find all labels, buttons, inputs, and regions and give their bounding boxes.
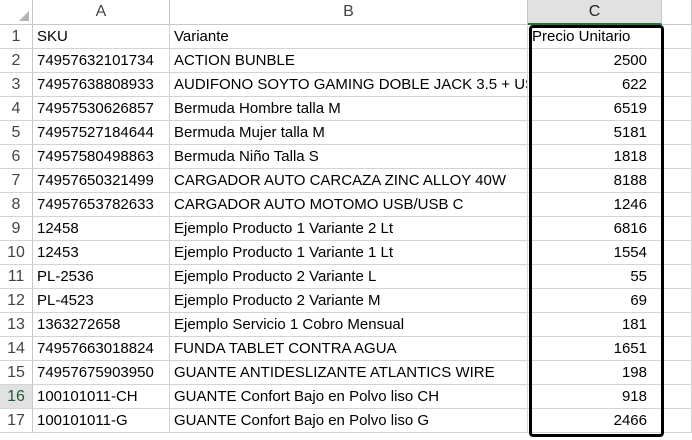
row-header[interactable]: 5: [0, 121, 33, 145]
cell-precio[interactable]: 1246: [528, 193, 662, 217]
cell-empty[interactable]: [662, 289, 692, 313]
cell-sku[interactable]: PL-4523: [33, 289, 170, 313]
column-header-c[interactable]: C: [528, 0, 662, 25]
cell-sku[interactable]: 74957530626857: [33, 97, 170, 121]
cell-sku-header[interactable]: SKU: [33, 25, 170, 49]
row-header[interactable]: 1: [0, 25, 33, 49]
cell-empty[interactable]: [662, 337, 692, 361]
cell-empty[interactable]: [662, 241, 692, 265]
row-header[interactable]: 6: [0, 145, 33, 169]
cell-empty[interactable]: [662, 145, 692, 169]
cell-empty[interactable]: [662, 313, 692, 337]
cell-variante[interactable]: Bermuda Mujer talla M: [170, 121, 528, 145]
row-header[interactable]: 4: [0, 97, 33, 121]
cell-variante[interactable]: CARGADOR AUTO CARCAZA ZINC ALLOY 40W: [170, 169, 528, 193]
cell-variante[interactable]: CARGADOR AUTO MOTOMO USB/USB C: [170, 193, 528, 217]
cell-sku[interactable]: 74957638808933: [33, 73, 170, 97]
cell-variante[interactable]: Ejemplo Producto 2 Variante L: [170, 265, 528, 289]
cell-precio[interactable]: 1651: [528, 337, 662, 361]
row-header[interactable]: 7: [0, 169, 33, 193]
cell-empty[interactable]: [662, 385, 692, 409]
cell-precio[interactable]: 55: [528, 265, 662, 289]
row-header[interactable]: 10: [0, 241, 33, 265]
cell-precio[interactable]: 8188: [528, 169, 662, 193]
row-header[interactable]: 17: [0, 409, 33, 433]
cell-precio[interactable]: 5181: [528, 121, 662, 145]
cell-sku[interactable]: 12458: [33, 217, 170, 241]
cell-precio[interactable]: 198: [528, 361, 662, 385]
cell-precio[interactable]: 2466: [528, 409, 662, 433]
cell-variante[interactable]: GUANTE ANTIDESLIZANTE ATLANTICS WIRE: [170, 361, 528, 385]
cell-variante[interactable]: Bermuda Hombre talla M: [170, 97, 528, 121]
cell-precio[interactable]: 69: [528, 289, 662, 313]
row-header[interactable]: 3: [0, 73, 33, 97]
cell-empty[interactable]: [662, 361, 692, 385]
cell-variante[interactable]: GUANTE Confort Bajo en Polvo liso CH: [170, 385, 528, 409]
cell-empty[interactable]: [662, 97, 692, 121]
cell-sku[interactable]: 12453: [33, 241, 170, 265]
cell-variante[interactable]: GUANTE Confort Bajo en Polvo liso G: [170, 409, 528, 433]
cell-sku[interactable]: 74957663018824: [33, 337, 170, 361]
column-header-next[interactable]: [662, 0, 692, 25]
cell-variante[interactable]: FUNDA TABLET CONTRA AGUA: [170, 337, 528, 361]
cell-variante-header[interactable]: Variante: [170, 25, 528, 49]
row-header[interactable]: 11: [0, 265, 33, 289]
cell-sku[interactable]: 74957632101734: [33, 49, 170, 73]
column-header-a[interactable]: A: [33, 0, 170, 25]
cell-variante[interactable]: Ejemplo Producto 1 Variante 1 Lt: [170, 241, 528, 265]
row-header[interactable]: 12: [0, 289, 33, 313]
cell-empty[interactable]: [662, 193, 692, 217]
cell-precio[interactable]: 622: [528, 73, 662, 97]
cell-sku[interactable]: 1363272658: [33, 313, 170, 337]
cell-precio[interactable]: 918: [528, 385, 662, 409]
cell-sku[interactable]: 74957580498863: [33, 145, 170, 169]
cell-empty[interactable]: [662, 169, 692, 193]
row-header[interactable]: 16: [0, 385, 33, 409]
row-header[interactable]: 15: [0, 361, 33, 385]
cell-empty[interactable]: [662, 25, 692, 49]
row-header[interactable]: 13: [0, 313, 33, 337]
spreadsheet-grid[interactable]: A B C 1 SKU Variante Precio Unitario 2 749576321…: [0, 0, 692, 440]
cell-variante[interactable]: Ejemplo Producto 1 Variante 2 Lt: [170, 217, 528, 241]
row-header[interactable]: 9: [0, 217, 33, 241]
cell-variante[interactable]: Bermuda Niño Talla S: [170, 145, 528, 169]
row-header[interactable]: 14: [0, 337, 33, 361]
cell-variante[interactable]: ACTION BUNBLE: [170, 49, 528, 73]
cell-empty[interactable]: [662, 73, 692, 97]
cell-sku[interactable]: 100101011-CH: [33, 385, 170, 409]
cell-precio[interactable]: 2500: [528, 49, 662, 73]
cell-precio[interactable]: 181: [528, 313, 662, 337]
cell-precio[interactable]: 1554: [528, 241, 662, 265]
cell-sku[interactable]: PL-2536: [33, 265, 170, 289]
cell-empty[interactable]: [662, 121, 692, 145]
cell-empty[interactable]: [662, 217, 692, 241]
cell-empty[interactable]: [662, 49, 692, 73]
cell-sku[interactable]: 74957650321499: [33, 169, 170, 193]
row-header[interactable]: 2: [0, 49, 33, 73]
cell-variante[interactable]: AUDIFONO SOYTO GAMING DOBLE JACK 3.5 + U…: [170, 73, 528, 97]
cell-precio[interactable]: 1818: [528, 145, 662, 169]
cell-sku[interactable]: 74957527184644: [33, 121, 170, 145]
cell-sku[interactable]: 74957653782633: [33, 193, 170, 217]
cell-variante[interactable]: Ejemplo Servicio 1 Cobro Mensual: [170, 313, 528, 337]
cell-sku[interactable]: 74957675903950: [33, 361, 170, 385]
cell-empty[interactable]: [662, 265, 692, 289]
select-all-corner[interactable]: [0, 0, 33, 25]
cell-variante[interactable]: Ejemplo Producto 2 Variante M: [170, 289, 528, 313]
cell-empty[interactable]: [662, 409, 692, 433]
column-header-b[interactable]: B: [170, 0, 528, 25]
cell-precio-header[interactable]: Precio Unitario: [528, 25, 662, 49]
cell-precio[interactable]: 6519: [528, 97, 662, 121]
row-header[interactable]: 8: [0, 193, 33, 217]
cell-precio[interactable]: 6816: [528, 217, 662, 241]
cell-sku[interactable]: 100101011-G: [33, 409, 170, 433]
